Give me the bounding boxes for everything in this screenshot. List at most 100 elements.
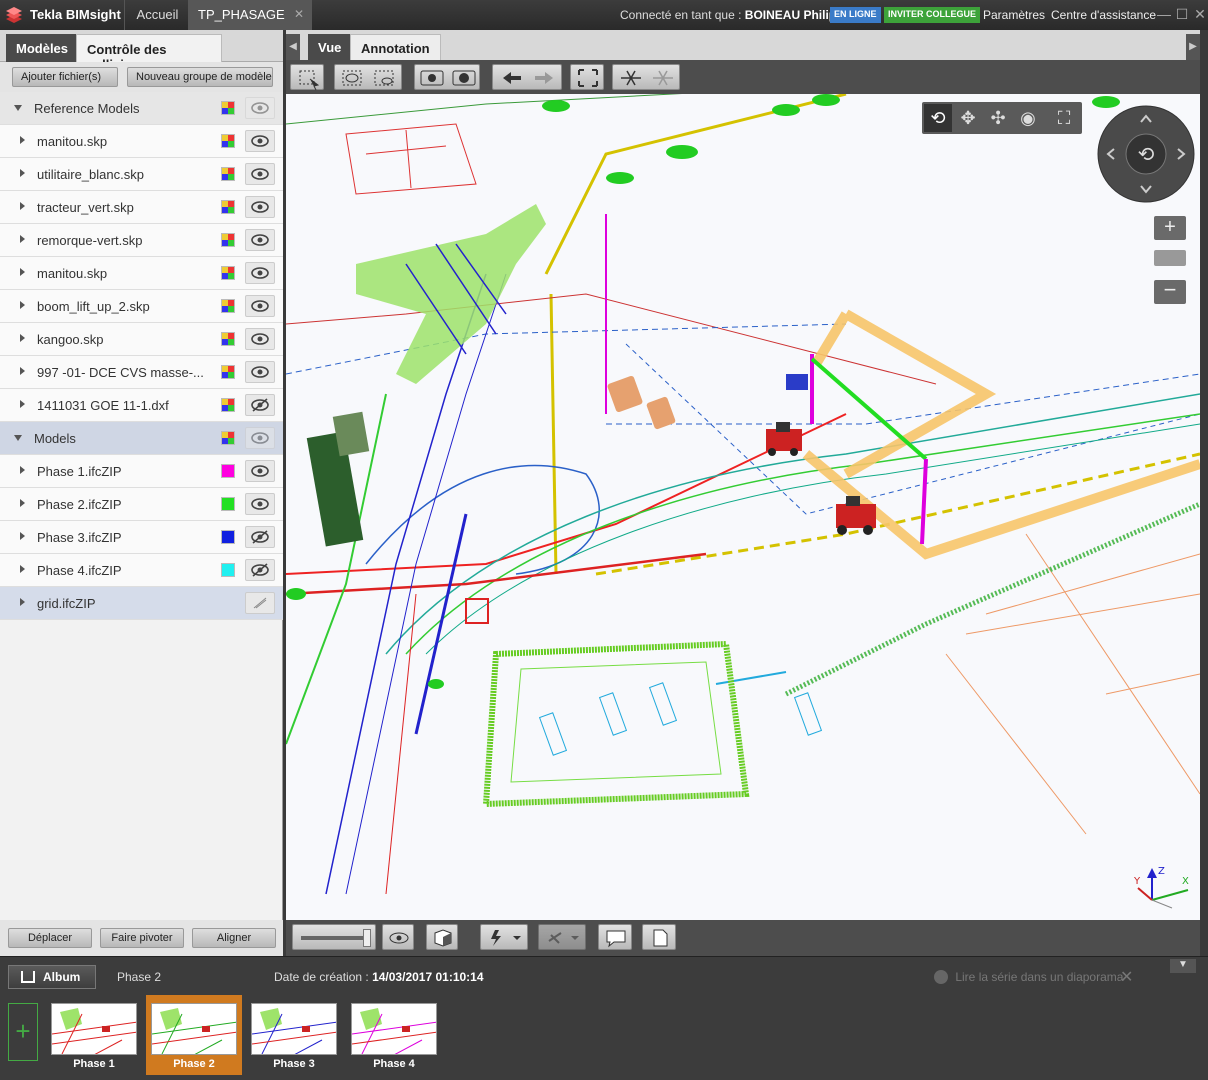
zoom-control[interactable]: + − xyxy=(1154,216,1186,308)
model-row[interactable]: boom_lift_up_2.skp xyxy=(0,290,283,323)
eye-hidden-icon[interactable] xyxy=(245,559,275,581)
eye-icon[interactable] xyxy=(245,493,275,515)
expand-arrow-icon[interactable] xyxy=(20,334,25,342)
move-camera-icon[interactable]: ✣ xyxy=(984,104,1012,132)
model-row[interactable]: utilitaire_blanc.skp xyxy=(0,158,283,191)
tab-home[interactable]: Accueil xyxy=(124,0,190,30)
fullscreen-icon[interactable]: ⛶ xyxy=(1050,104,1078,132)
eye-icon[interactable] xyxy=(245,196,275,218)
orbit-icon[interactable]: ⟲ xyxy=(924,104,952,132)
color-picker-icon[interactable] xyxy=(221,365,235,379)
add-view-button[interactable]: + xyxy=(8,1003,38,1061)
view-thumbnail[interactable]: Phase 1 xyxy=(46,995,142,1075)
view-thumbnail[interactable]: Phase 4 xyxy=(346,995,442,1075)
eye-icon[interactable] xyxy=(245,295,275,317)
comment-icon[interactable] xyxy=(598,924,632,950)
model-row[interactable]: tracteur_vert.skp xyxy=(0,191,283,224)
tab-project[interactable]: TP_PHASAGE ✕ xyxy=(188,0,312,30)
rotate-button[interactable]: Faire pivoter xyxy=(100,928,184,948)
expand-arrow-icon[interactable] xyxy=(20,235,25,243)
collapse-album-icon[interactable]: ▼ xyxy=(1170,959,1196,973)
color-picker-icon[interactable] xyxy=(221,332,235,346)
color-picker-icon[interactable] xyxy=(221,563,235,577)
color-picker-icon[interactable] xyxy=(221,233,235,247)
model-row[interactable]: Phase 1.ifcZIP xyxy=(0,455,283,488)
close-window-icon[interactable]: ✕ xyxy=(1192,6,1208,22)
expand-arrow-icon[interactable] xyxy=(20,268,25,276)
expand-arrow-icon[interactable] xyxy=(20,499,25,507)
model-group-row[interactable]: Reference Models xyxy=(0,92,283,125)
add-files-button[interactable]: Ajouter fichier(s) xyxy=(12,67,118,87)
model-row[interactable]: Phase 4.ifcZIP xyxy=(0,554,283,587)
eye-icon[interactable] xyxy=(245,361,275,383)
model-row[interactable]: 997 -01- DCE CVS masse-... xyxy=(0,356,283,389)
eye-icon[interactable] xyxy=(245,229,275,251)
fit-view-icon[interactable] xyxy=(570,64,604,90)
select-area-icon[interactable] xyxy=(290,64,324,91)
expand-arrow-icon[interactable] xyxy=(14,435,22,441)
box-view-icon[interactable] xyxy=(426,924,458,950)
color-picker-icon[interactable] xyxy=(221,398,235,412)
look-around-icon[interactable]: ◉ xyxy=(1014,104,1042,132)
collapse-left-icon[interactable]: ◀ xyxy=(286,34,300,60)
slideshow-button[interactable]: Lire la série dans un diaporama xyxy=(934,970,1123,984)
eye-icon[interactable] xyxy=(245,97,275,119)
eye-hidden-icon[interactable] xyxy=(245,394,275,416)
expand-arrow-icon[interactable] xyxy=(20,301,25,309)
maximize-icon[interactable]: ☐ xyxy=(1174,6,1190,22)
color-picker-icon[interactable] xyxy=(221,167,235,181)
eye-icon[interactable] xyxy=(245,592,275,614)
expand-arrow-icon[interactable] xyxy=(20,169,25,177)
color-picker-icon[interactable] xyxy=(221,266,235,280)
expand-arrow-icon[interactable] xyxy=(20,598,25,606)
tab-annotation[interactable]: Annotation xyxy=(350,34,441,60)
collapse-right-icon[interactable]: ▶ xyxy=(1186,34,1200,60)
tab-view[interactable]: Vue xyxy=(308,34,352,60)
color-picker-icon[interactable] xyxy=(221,101,235,115)
navigation-wheel[interactable]: ⟲ xyxy=(1096,104,1196,204)
eye-icon[interactable] xyxy=(245,262,275,284)
expand-arrow-icon[interactable] xyxy=(20,400,25,408)
tools-icon[interactable]: ✕ xyxy=(1120,967,1140,987)
model-row[interactable]: manitou.skp xyxy=(0,257,283,290)
view-thumbnail[interactable]: Phase 2 xyxy=(146,995,242,1075)
expand-arrow-icon[interactable] xyxy=(20,565,25,573)
eye-icon[interactable] xyxy=(245,328,275,350)
view-thumbnail[interactable]: Phase 3 xyxy=(246,995,342,1075)
3d-model-canvas[interactable]: ⟲ ✥ ✣ ◉ ⛶ ⟲ + − Z X Y xyxy=(286,94,1200,920)
model-row[interactable]: manitou.skp xyxy=(0,125,283,158)
eye-icon[interactable] xyxy=(245,130,275,152)
expand-arrow-icon[interactable] xyxy=(20,532,25,540)
zoom-out-icon[interactable]: − xyxy=(1154,279,1186,304)
eye-icon[interactable] xyxy=(245,460,275,482)
help-center-link[interactable]: Centre d'assistance xyxy=(1051,8,1156,22)
color-picker-icon[interactable] xyxy=(221,299,235,313)
new-model-group-button[interactable]: Nouveau groupe de modèles xyxy=(127,67,273,87)
expand-arrow-icon[interactable] xyxy=(20,466,25,474)
visibility-mode-icon[interactable] xyxy=(414,64,480,90)
move-button[interactable]: Déplacer xyxy=(8,928,92,948)
expand-arrow-icon[interactable] xyxy=(20,367,25,375)
model-row[interactable]: kangoo.skp xyxy=(0,323,283,356)
model-row[interactable]: remorque-vert.skp xyxy=(0,224,283,257)
zoom-slider-handle[interactable] xyxy=(1154,250,1186,266)
eye-hidden-icon[interactable] xyxy=(245,526,275,548)
color-picker-icon[interactable] xyxy=(221,530,235,544)
document-icon[interactable] xyxy=(642,924,676,950)
color-picker-icon[interactable] xyxy=(221,497,235,511)
model-row[interactable]: Phase 3.ifcZIP xyxy=(0,521,283,554)
expand-arrow-icon[interactable] xyxy=(20,202,25,210)
color-picker-icon[interactable] xyxy=(221,431,235,445)
transparency-slider[interactable] xyxy=(292,924,376,950)
markup-dropdown-icon[interactable] xyxy=(538,924,586,950)
invite-colleague-button[interactable]: INVITER COLLEGUE xyxy=(884,7,981,23)
tab-models[interactable]: Modèles xyxy=(6,34,79,62)
tab-clash-control[interactable]: Contrôle des collisions xyxy=(76,34,222,72)
clip-plane-icon[interactable] xyxy=(612,64,680,90)
hide-selection-icon[interactable] xyxy=(334,64,402,90)
eye-icon[interactable] xyxy=(245,427,275,449)
expand-arrow-icon[interactable] xyxy=(14,105,22,111)
model-group-row[interactable]: Models xyxy=(0,422,283,455)
color-picker-icon[interactable] xyxy=(221,464,235,478)
color-picker-icon[interactable] xyxy=(221,200,235,214)
